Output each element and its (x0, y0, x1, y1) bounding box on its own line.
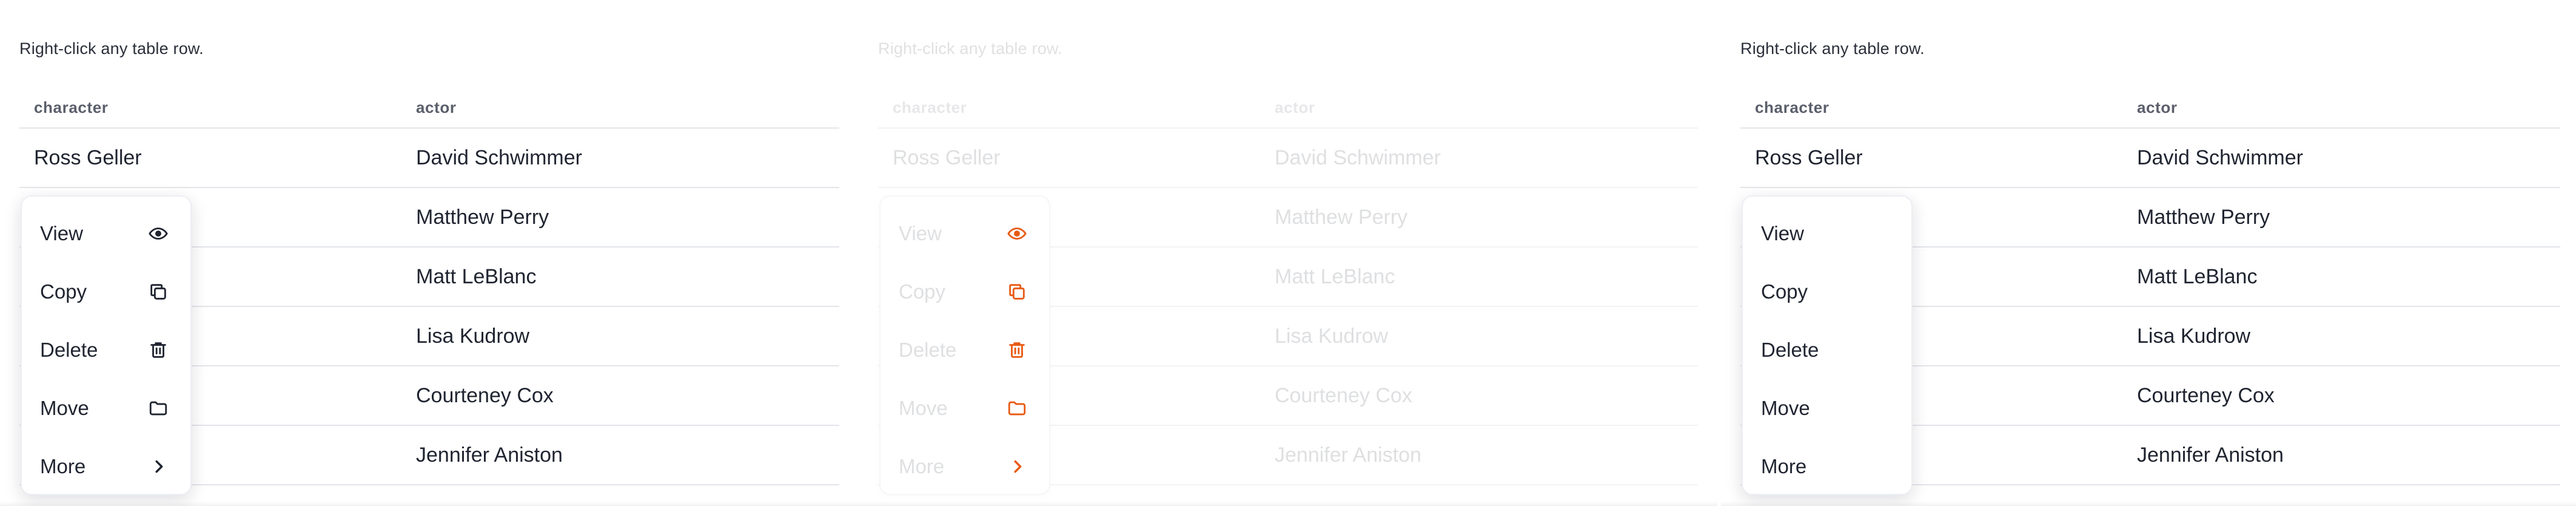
actor-cell: David Schwimmer (416, 146, 582, 169)
actor-cell: Matt LeBlanc (2137, 265, 2258, 288)
menu-item-copy[interactable]: Copy (1743, 263, 1911, 321)
column-header-character[interactable]: character (878, 87, 1256, 128)
menu-item-move[interactable]: Move (22, 379, 190, 437)
menu-item-label: View (40, 222, 83, 245)
actor-cell: Courteney Cox (416, 383, 554, 407)
menu-item-delete[interactable]: Delete (880, 321, 1049, 379)
menu-item-delete[interactable]: Delete (22, 321, 190, 379)
copy-icon (148, 282, 169, 302)
menu-item-label: Copy (1761, 280, 1808, 303)
context-menu: View Copy Delete Move More (879, 195, 1050, 495)
actor-cell: Jennifer Aniston (2137, 443, 2284, 467)
menu-item-more[interactable]: More (880, 437, 1049, 496)
menu-item-more[interactable]: More (22, 437, 190, 496)
actor-cell: Lisa Kudrow (416, 324, 530, 348)
menu-item-label: Move (40, 397, 89, 419)
panel-edge (1721, 501, 2576, 506)
menu-item-label: Delete (1761, 339, 1819, 361)
column-header-character[interactable]: character (1740, 87, 2119, 128)
panel-edge (0, 501, 859, 506)
panel-transition: Right-click any table row. character act… (859, 0, 1717, 506)
actor-cell: Jennifer Aniston (416, 443, 563, 467)
actor-cell: Matt LeBlanc (1275, 265, 1395, 288)
actor-cell: David Schwimmer (1275, 146, 1441, 169)
copy-icon (1007, 282, 1027, 302)
menu-item-label: Copy (899, 280, 946, 303)
actor-cell: David Schwimmer (2137, 146, 2303, 169)
folder-icon (1007, 398, 1027, 419)
panel-edge (859, 501, 1717, 506)
menu-item-copy[interactable]: Copy (22, 263, 190, 321)
actor-cell: Matthew Perry (1275, 205, 1408, 229)
menu-item-label: View (899, 222, 942, 245)
column-header-actor[interactable]: actor (398, 87, 839, 128)
character-cell: Ross Geller (34, 146, 142, 169)
column-header-character[interactable]: character (19, 87, 398, 128)
menu-item-delete[interactable]: Delete (1743, 321, 1911, 379)
actor-cell: Courteney Cox (1275, 383, 1412, 407)
table-header-row: character actor (1740, 87, 2560, 128)
menu-item-label: View (1761, 222, 1804, 245)
actor-cell: Courteney Cox (2137, 383, 2275, 407)
trash-icon (1007, 340, 1027, 360)
character-cell: Ross Geller (893, 146, 1001, 169)
menu-item-label: More (899, 455, 945, 477)
folder-icon (148, 398, 169, 419)
menu-item-more[interactable]: More (1743, 437, 1911, 496)
panel-without-icons: Right-click any table row. character act… (1721, 0, 2576, 506)
column-header-actor[interactable]: actor (2119, 87, 2560, 128)
menu-item-move[interactable]: Move (1743, 379, 1911, 437)
table-header-row: character actor (19, 87, 839, 128)
actor-cell: Matthew Perry (2137, 205, 2270, 229)
actor-cell: Lisa Kudrow (1275, 324, 1389, 348)
menu-item-copy[interactable]: Copy (880, 263, 1049, 321)
menu-item-label: Copy (40, 280, 87, 303)
menu-item-view[interactable]: View (1743, 204, 1911, 263)
menu-item-move[interactable]: Move (880, 379, 1049, 437)
eye-icon (148, 223, 169, 244)
stage: Right-click any table row. character act… (0, 0, 2576, 506)
instruction-text: Right-click any table row. (1740, 39, 1925, 58)
menu-item-label: Move (899, 397, 948, 419)
context-menu: View Copy Delete Move More (1742, 195, 1913, 495)
menu-item-label: More (40, 455, 86, 477)
chevron-right-icon (148, 456, 169, 477)
table-row[interactable]: Ross Geller David Schwimmer (1740, 128, 2560, 187)
menu-item-label: Move (1761, 397, 1810, 419)
menu-item-label: Delete (40, 339, 98, 361)
actor-cell: Jennifer Aniston (1275, 443, 1421, 467)
eye-icon (1007, 223, 1027, 244)
column-header-actor[interactable]: actor (1256, 87, 1698, 128)
context-menu: View Copy Delete Move More (21, 195, 192, 495)
table-row[interactable]: Ross Geller David Schwimmer (878, 128, 1698, 187)
actor-cell: Matt LeBlanc (416, 265, 537, 288)
menu-item-label: More (1761, 455, 1807, 477)
menu-item-label: Delete (899, 339, 957, 361)
instruction-text: Right-click any table row. (19, 39, 204, 58)
character-cell: Ross Geller (1755, 146, 1863, 169)
chevron-right-icon (1007, 456, 1027, 477)
panel-with-icons: Right-click any table row. character act… (0, 0, 859, 506)
table-row[interactable]: Ross Geller David Schwimmer (19, 128, 839, 187)
actor-cell: Lisa Kudrow (2137, 324, 2251, 348)
menu-item-view[interactable]: View (22, 204, 190, 263)
trash-icon (148, 340, 169, 360)
table-header-row: character actor (878, 87, 1698, 128)
menu-item-view[interactable]: View (880, 204, 1049, 263)
actor-cell: Matthew Perry (416, 205, 549, 229)
instruction-text: Right-click any table row. (878, 39, 1062, 58)
